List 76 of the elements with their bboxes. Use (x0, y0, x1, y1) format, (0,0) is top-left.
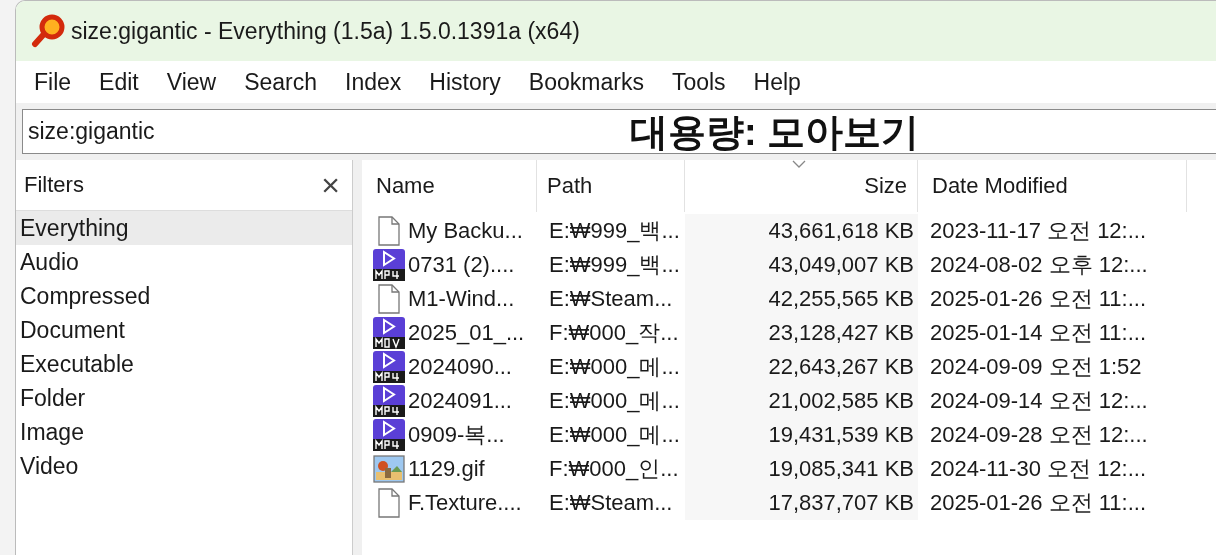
file-date: 2024-09-09 오전 1:52 (930, 353, 1142, 381)
file-path: F:₩000_인... (549, 455, 679, 483)
close-button[interactable]: × (317, 169, 344, 201)
file-path: E:₩999_백... (549, 251, 680, 279)
file-date: 2025-01-26 오전 11:... (930, 285, 1147, 313)
file-size: 22,643,267 KB (768, 354, 914, 380)
file-size: 21,002,585 KB (768, 388, 914, 414)
file-name[interactable]: M1-Wind... (408, 286, 515, 312)
file-date: 2024-09-14 오전 12:... (930, 387, 1148, 415)
file-path: E:₩Steam... (549, 490, 673, 516)
header-label: Size (864, 173, 907, 199)
file-icon (378, 284, 400, 314)
caption-text: 대용량: 모아보기 (630, 110, 920, 155)
file-name[interactable]: 1129.gif (408, 456, 485, 482)
filter-item[interactable]: Everything (16, 211, 352, 245)
file-name[interactable]: F.Texture.... (408, 490, 522, 516)
menu-item[interactable]: Help (739, 68, 815, 96)
file-name[interactable]: 2025_01_... (408, 320, 525, 346)
file-size: 43,661,618 KB (768, 218, 914, 244)
image-file-icon (373, 455, 405, 483)
file-name[interactable]: 0731 (2).... (408, 252, 515, 278)
header-label: Name (376, 173, 435, 199)
menu-item[interactable]: Search (230, 68, 331, 96)
video-file-icon (373, 249, 405, 281)
file-name[interactable]: My Backu... (408, 218, 523, 244)
filter-item[interactable]: Video (16, 449, 352, 483)
file-path: E:₩000_메... (549, 353, 680, 381)
file-path: E:₩Steam... (549, 286, 673, 312)
filter-item[interactable]: Compressed (16, 279, 352, 313)
file-size: 43,049,007 KB (768, 252, 914, 278)
filter-item[interactable]: Executable (16, 347, 352, 381)
file-date: 2023-11-17 오전 12:... (930, 217, 1147, 245)
video-file-icon (373, 351, 405, 383)
file-path: F:₩000_작... (549, 319, 679, 347)
file-date: 2025-01-14 오전 11:... (930, 319, 1147, 347)
header-label: Path (547, 173, 593, 199)
file-size: 19,085,341 KB (768, 456, 914, 482)
file-size: 17,837,707 KB (768, 490, 914, 516)
menu-item[interactable]: Bookmarks (514, 68, 658, 96)
window-title: size:gigantic - Everything (1.5a) 1.5.0.1391a (x64) (71, 17, 580, 45)
file-size: 19,431,539 KB (768, 422, 914, 448)
file-name[interactable]: 2024091... (408, 388, 512, 414)
file-date: 2025-01-26 오전 11:... (930, 489, 1147, 517)
file-name[interactable]: 2024090... (408, 354, 512, 380)
file-name[interactable]: 0909-복... (408, 420, 505, 450)
menu-item[interactable]: Tools (657, 68, 740, 96)
magnifier-icon (31, 14, 65, 48)
file-date: 2024-11-30 오전 12:... (930, 455, 1147, 483)
file-icon (378, 216, 400, 246)
file-icon (378, 488, 400, 518)
header-label: Date Modified (932, 173, 1068, 199)
sort-caret-icon (792, 160, 806, 168)
file-path: E:₩999_백... (549, 217, 680, 245)
file-size: 42,255,565 KB (768, 286, 914, 312)
video-file-icon (373, 317, 405, 349)
panel-title: Filters (24, 172, 84, 198)
menu-item[interactable]: File (20, 68, 86, 96)
column-header[interactable]: Name (362, 160, 537, 212)
filter-item[interactable]: Audio (16, 245, 352, 279)
menu-item[interactable]: Index (331, 68, 416, 96)
column-header[interactable]: Path (537, 160, 685, 212)
menu-item[interactable]: History (415, 68, 515, 96)
video-file-icon (373, 419, 405, 451)
file-date: 2024-09-28 오전 12:... (930, 421, 1148, 449)
video-file-icon (373, 385, 405, 417)
file-date: 2024-08-02 오후 12:... (930, 251, 1148, 279)
filter-item[interactable]: Document (16, 313, 352, 347)
column-header[interactable]: Size (685, 160, 918, 212)
file-path: E:₩000_메... (549, 421, 680, 449)
file-path: E:₩000_메... (549, 387, 680, 415)
menu-item[interactable]: View (152, 68, 231, 96)
filter-item[interactable]: Folder (16, 381, 352, 415)
file-size: 23,128,427 KB (768, 320, 914, 346)
column-header[interactable]: Date Modified (918, 160, 1187, 212)
menu-item[interactable]: Edit (85, 68, 153, 96)
filter-item[interactable]: Image (16, 415, 352, 449)
